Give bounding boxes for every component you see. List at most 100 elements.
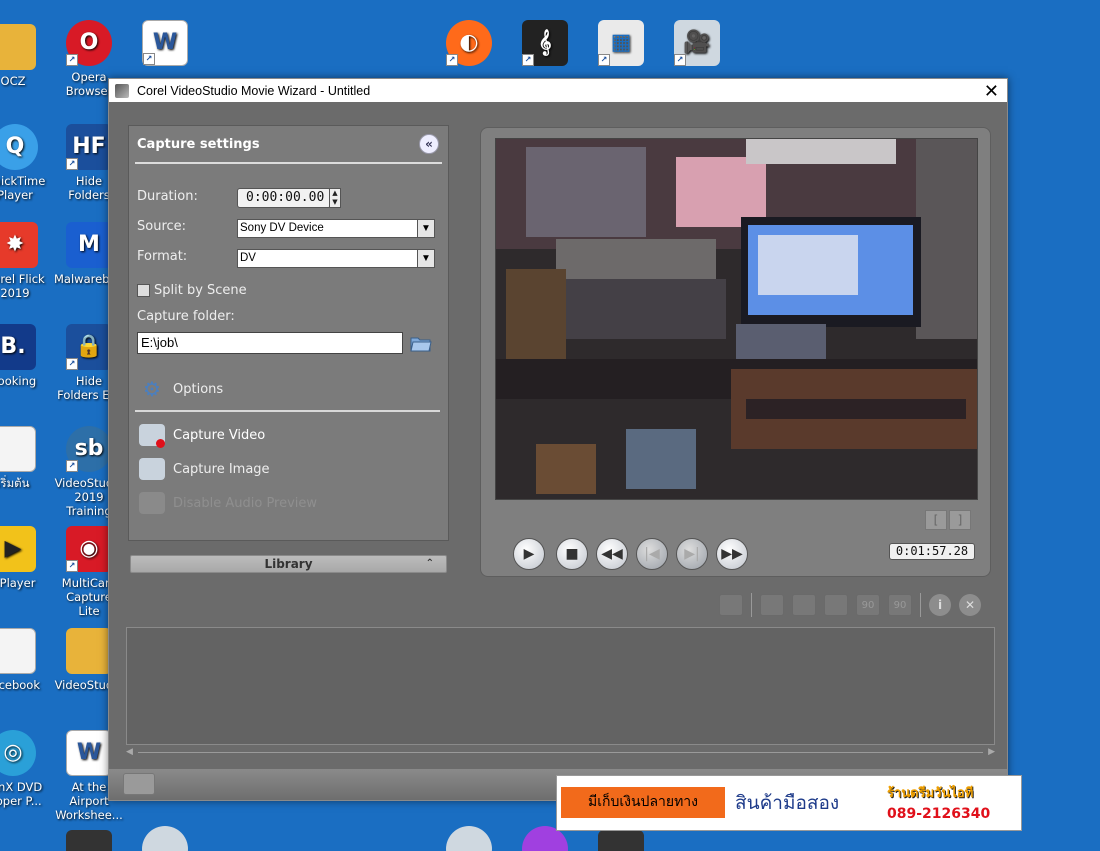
download-icon[interactable]	[824, 594, 848, 616]
toolbar-separator	[920, 593, 921, 617]
desktop-icon-partial-2[interactable]	[130, 826, 200, 851]
desktop-icon-booking[interactable]: B. Booking	[0, 324, 48, 388]
videostudio-training-icon: sb ↗	[66, 426, 112, 472]
next-frame-icon: ▶|	[684, 546, 700, 562]
desktop-icon-partial-5[interactable]	[586, 830, 656, 851]
scroll-track[interactable]	[138, 752, 983, 753]
multicam-icon: ◉ ↗	[66, 526, 112, 572]
info-icon[interactable]: i	[929, 594, 951, 616]
disc-icon	[142, 826, 188, 851]
desktop-icon-label: OPlayer	[0, 576, 36, 590]
capture-settings-header: Capture settings	[135, 126, 442, 164]
media-tray	[126, 627, 995, 745]
capture-settings-title: Capture settings	[137, 136, 260, 152]
options-button[interactable]: ⚙ Options	[139, 377, 223, 401]
source-label: Source:	[137, 219, 187, 234]
desktop-icon-ocz[interactable]: OCZ	[0, 24, 48, 88]
chevron-down-icon[interactable]: ▼	[417, 220, 434, 237]
duration-spinner[interactable]: ▲ ▼	[329, 188, 341, 208]
rotate-left-icon[interactable]: 90	[856, 594, 880, 616]
toolbar-separator	[751, 593, 752, 617]
split-by-scene-option[interactable]: Split by Scene	[137, 283, 247, 298]
quicktime-icon: Q	[0, 124, 38, 170]
collapse-panel-button[interactable]: «	[419, 134, 439, 154]
gear-icon: ⚙	[143, 377, 161, 401]
title-bar[interactable]: Corel VideoStudio Movie Wizard - Untitle…	[109, 79, 1007, 102]
disable-audio-preview-button[interactable]: Disable Audio Preview	[139, 492, 317, 514]
capture-folder-input[interactable]: E:\job\	[137, 332, 403, 354]
desktop-icon-nero[interactable]: ▦ ↗	[586, 20, 656, 70]
rotate-right-icon[interactable]: 90	[888, 594, 912, 616]
desktop-icon-facebook[interactable]: Facebook	[0, 628, 48, 692]
capture-image-button[interactable]: Capture Image	[139, 458, 270, 480]
video-camera-icon	[139, 424, 165, 448]
app-icon	[66, 830, 112, 851]
desktop-icon-ulead[interactable]: 🎥 ↗	[662, 20, 732, 70]
corel-flick-icon: ✸	[0, 222, 38, 268]
booking-icon: B.	[0, 324, 36, 370]
desktop-icon-oplayer[interactable]: ▶ OPlayer	[0, 526, 48, 590]
desktop-icon-sibelius[interactable]: 𝄞 ↗	[510, 20, 580, 70]
timecode-display[interactable]: 0:01:57.28	[889, 543, 975, 560]
desktop-icon-label: QuickTime Player	[0, 174, 46, 202]
next-frame-button[interactable]: ▶|	[676, 538, 708, 570]
desktop-icon-partial-1[interactable]	[54, 830, 124, 851]
split-by-scene-label: Split by Scene	[154, 283, 247, 298]
ad-banner: มีเก็บเงินปลายทาง สินค้ามือสอง ร้านดรีมว…	[556, 775, 1022, 831]
toolbar: 90 90 i ✕	[719, 593, 981, 617]
source-select[interactable]: Sony DV Device ▼	[237, 219, 435, 238]
desktop-icon-winx-dvd[interactable]: ◎ WinX DVD Ripper P...	[0, 730, 48, 808]
desktop-icon-partial-3[interactable]	[434, 826, 504, 851]
desktop-icon-document[interactable]: เริ่มต้น	[0, 426, 48, 490]
record-dot-icon	[156, 439, 165, 448]
previous-frame-button[interactable]: |◀	[636, 538, 668, 570]
library-bar[interactable]: Library ⌃	[130, 555, 447, 573]
camera-icon	[139, 458, 165, 480]
capture-video-button[interactable]: Capture Video	[139, 424, 265, 448]
malwarebytes-icon: M	[66, 222, 112, 268]
split-by-scene-checkbox[interactable]	[137, 284, 150, 297]
tray-scrollbar[interactable]: ◀ ▶	[126, 747, 995, 759]
desktop-icon-corel-flick[interactable]: ✸ Corel Flick 2019	[0, 222, 50, 300]
ad-phone: 089-2126340	[887, 806, 991, 822]
clock-icon[interactable]	[792, 594, 816, 616]
preview-panel: [ ] ▶ ■ ◀◀ |◀ ▶| ▶▶ 0:01:57.28	[480, 127, 991, 577]
chevron-down-icon[interactable]: ▼	[417, 250, 434, 267]
desktop-icon-label: OCZ	[0, 74, 26, 88]
format-select[interactable]: DV ▼	[237, 249, 435, 268]
rewind-button[interactable]: ◀◀	[596, 538, 628, 570]
mark-out-button[interactable]: ]	[949, 510, 971, 530]
capture-folder-label: Capture folder:	[137, 309, 235, 324]
folder-icon	[0, 24, 36, 70]
library-label: Library	[264, 557, 313, 571]
disc-icon	[446, 826, 492, 851]
mark-in-button[interactable]: [	[925, 510, 947, 530]
firefox-icon: ◐ ↗	[446, 20, 492, 66]
close-button[interactable]: ✕	[984, 81, 999, 102]
divider	[135, 410, 440, 412]
browse-folder-icon[interactable]	[410, 334, 432, 352]
capture-image-label: Capture Image	[173, 461, 270, 477]
play-button[interactable]: ▶	[513, 538, 545, 570]
window-title: Corel VideoStudio Movie Wizard - Untitle…	[137, 83, 371, 98]
desktop-icon-firefox[interactable]: ◐ ↗	[434, 20, 504, 70]
stop-button[interactable]: ■	[556, 538, 588, 570]
word-document-icon: W ↗	[142, 20, 188, 66]
scroll-right-icon[interactable]: ▶	[988, 747, 995, 757]
fast-forward-button[interactable]: ▶▶	[716, 538, 748, 570]
delete-icon[interactable]: ✕	[959, 594, 981, 616]
format-label: Format:	[137, 249, 188, 264]
document-icon	[0, 628, 36, 674]
duration-input[interactable]: 0:00:00.00	[237, 188, 331, 208]
monitor-icon[interactable]	[719, 594, 743, 616]
desktop-icon-word[interactable]: W ↗	[130, 20, 200, 70]
ad-secondhand-label: สินค้ามือสอง	[735, 792, 840, 814]
desktop-icon-quicktime[interactable]: Q QuickTime Player	[0, 124, 50, 202]
fast-forward-icon: ▶▶	[721, 546, 743, 562]
app-icon	[598, 830, 644, 851]
film-strip-icon[interactable]	[760, 594, 784, 616]
scroll-left-icon[interactable]: ◀	[126, 747, 133, 757]
chevron-up-icon[interactable]: ⌃	[426, 556, 434, 572]
chat-icon[interactable]	[123, 773, 155, 795]
lock-folder-icon: 🔒 ↗	[66, 324, 112, 370]
